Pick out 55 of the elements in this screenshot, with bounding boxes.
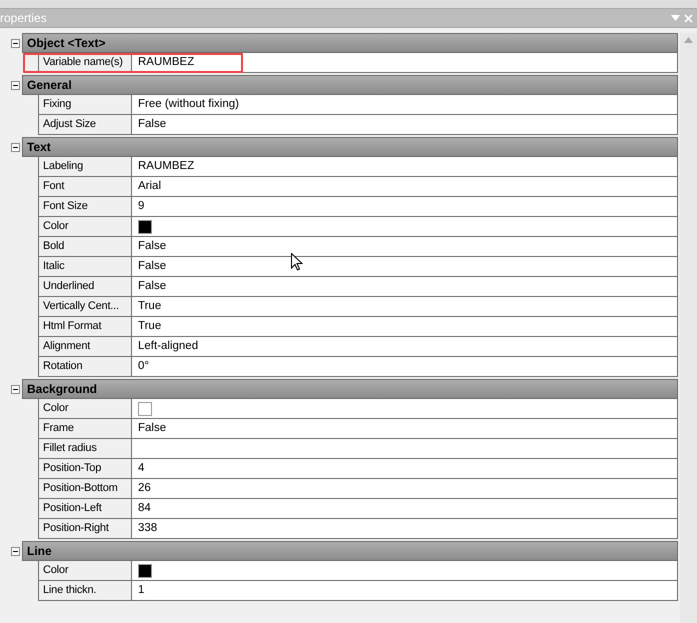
property-label[interactable]: Html Format xyxy=(39,317,132,336)
property-label[interactable]: Italic xyxy=(39,257,132,276)
property-label[interactable]: Frame xyxy=(39,419,132,438)
collapse-icon[interactable] xyxy=(10,142,20,152)
color-swatch[interactable] xyxy=(138,220,152,234)
property-value: False xyxy=(138,117,166,132)
property-value: Arial xyxy=(138,179,162,194)
property-value: True xyxy=(138,299,162,314)
collapse-icon[interactable] xyxy=(10,80,20,90)
property-label[interactable]: Bold xyxy=(39,237,132,256)
property-label[interactable]: Labeling xyxy=(39,157,132,176)
property-label[interactable]: Font xyxy=(39,177,132,196)
property-value: 26 xyxy=(138,481,151,496)
property-value: 338 xyxy=(138,521,158,536)
property-label[interactable]: Color xyxy=(39,399,132,418)
property-value: Left-aligned xyxy=(138,339,198,354)
property-label[interactable]: Alignment xyxy=(39,337,132,356)
property-label[interactable]: Adjust Size xyxy=(39,115,132,134)
property-value: Free (without fixing) xyxy=(138,97,239,112)
property-value: False xyxy=(138,259,166,274)
category-header[interactable]: Background xyxy=(22,379,678,399)
property-label[interactable]: Fillet radius xyxy=(39,439,132,458)
property-label[interactable]: Position-Bottom xyxy=(39,479,132,498)
property-label[interactable]: Color xyxy=(39,561,132,580)
property-value: False xyxy=(138,239,166,254)
property-label[interactable]: Position-Right xyxy=(39,519,132,538)
property-value: 9 xyxy=(138,199,144,214)
property-label[interactable]: Line thickn. xyxy=(39,581,132,600)
property-value: False xyxy=(138,421,166,436)
property-value: False xyxy=(138,279,166,294)
color-swatch[interactable] xyxy=(138,402,152,416)
collapse-icon[interactable] xyxy=(10,546,20,556)
collapse-icon[interactable] xyxy=(10,38,20,48)
property-value: 0° xyxy=(138,359,149,374)
property-value: RAUMBEZ xyxy=(138,55,194,70)
property-label[interactable]: Position-Top xyxy=(39,459,132,478)
category-header[interactable]: Line xyxy=(22,541,678,561)
panel-title: roperties xyxy=(0,11,48,25)
property-label[interactable]: Vertically Cent... xyxy=(39,297,132,316)
collapse-icon[interactable] xyxy=(10,384,20,394)
property-value: RAUMBEZ xyxy=(138,159,194,174)
property-value: 84 xyxy=(138,501,151,516)
property-label[interactable]: Rotation xyxy=(39,357,132,376)
property-value: 4 xyxy=(138,461,144,476)
color-swatch[interactable] xyxy=(138,564,152,578)
property-label[interactable]: Color xyxy=(39,217,132,236)
category-header[interactable]: General xyxy=(22,75,678,95)
property-value: 1 xyxy=(138,583,144,598)
property-label[interactable]: Font Size xyxy=(39,197,132,216)
property-label[interactable]: Position-Left xyxy=(39,499,132,518)
property-label[interactable]: Fixing xyxy=(39,95,132,114)
property-label[interactable]: Underlined xyxy=(39,277,132,296)
category-header[interactable]: Object <Text> xyxy=(22,33,678,53)
property-value: True xyxy=(138,319,162,334)
category-header[interactable]: Text xyxy=(22,137,678,157)
